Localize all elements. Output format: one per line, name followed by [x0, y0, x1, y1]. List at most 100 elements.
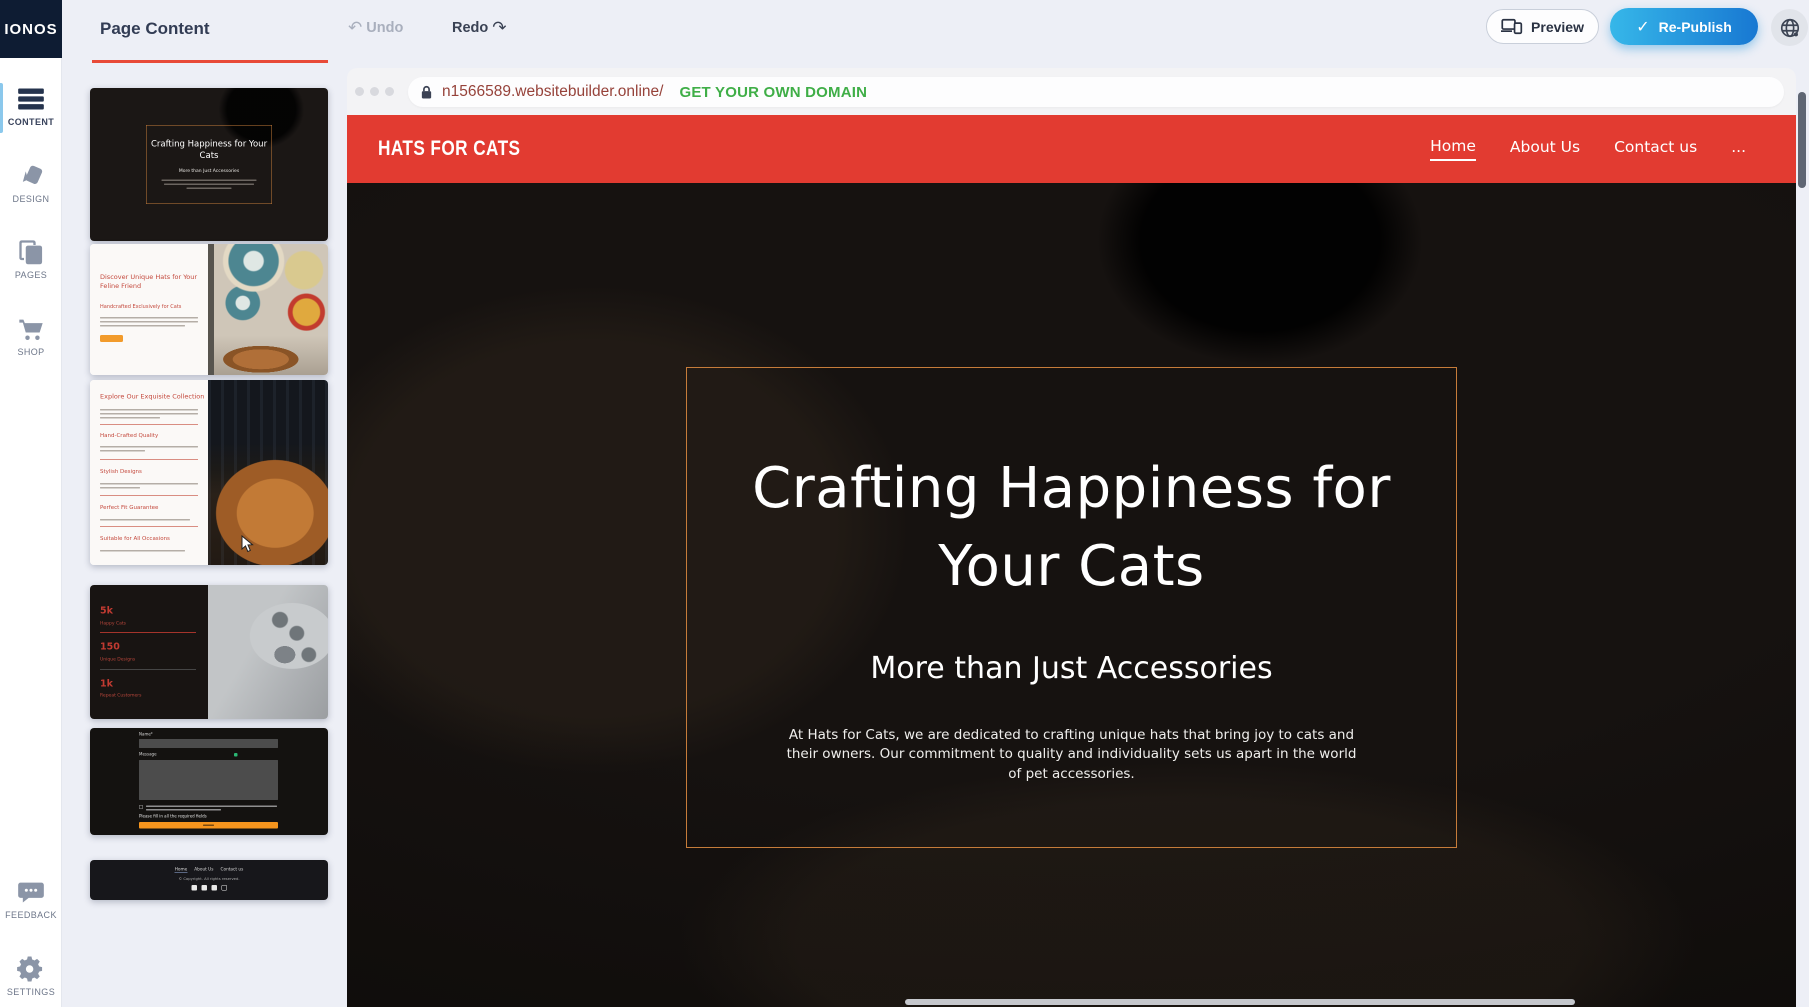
- section-thumbnail-hero[interactable]: Crafting Happiness for Your Cats More th…: [90, 88, 328, 241]
- sidebar: IONOS CONTENT DESIGN PAGES SHOP: [0, 0, 62, 1007]
- site-url: n1566589.websitebuilder.online/: [442, 83, 663, 101]
- collection-thumb-item: Stylish Designs: [100, 468, 142, 475]
- redo-label: Redo: [452, 20, 488, 36]
- nav-link-about[interactable]: About Us: [1510, 138, 1580, 160]
- redo-button[interactable]: Redo ↷: [452, 18, 507, 38]
- preview-label: Preview: [1531, 19, 1584, 35]
- footer-thumb-nav: HomeAbout UsContact us: [90, 867, 328, 872]
- republish-button[interactable]: ✓ Re-Publish: [1610, 8, 1758, 45]
- horizontal-scrollbar-thumb[interactable]: [905, 999, 1575, 1005]
- hero-subtitle: More than Just Accessories: [687, 651, 1456, 686]
- sidebar-item-shop[interactable]: SHOP: [0, 315, 62, 357]
- site-hero-section[interactable]: Crafting Happiness for Your Cats More th…: [347, 183, 1796, 1007]
- nav-link-home[interactable]: Home: [1430, 137, 1476, 161]
- feature-thumb-heading: Discover Unique Hats for Your Feline Fri…: [100, 273, 198, 291]
- stat-label: Repeat Customers: [100, 693, 141, 698]
- nav-overflow-menu[interactable]: ...: [1731, 138, 1746, 160]
- panel-title: Page Content: [100, 19, 210, 39]
- ionos-logo[interactable]: IONOS: [0, 0, 62, 58]
- globe-icon: [1779, 17, 1801, 39]
- sidebar-item-feedback[interactable]: FEEDBACK: [0, 878, 62, 920]
- feature-thumb-photo: [208, 244, 328, 375]
- section-thumbnail-footer[interactable]: HomeAbout UsContact us © Copyright. All …: [90, 860, 328, 900]
- check-icon: ✓: [1636, 17, 1649, 36]
- sidebar-item-label: FEEDBACK: [0, 910, 62, 920]
- site-logo[interactable]: HATS FOR CATS: [378, 137, 520, 161]
- stats-thumb-photo: [208, 585, 328, 719]
- hero-thumb-box: Crafting Happiness for Your Cats More th…: [146, 125, 272, 204]
- form-required-note: Please fill in all the required fields: [139, 814, 207, 819]
- collection-thumb-photo: [208, 380, 328, 565]
- collection-thumb-item: Suitable for All Occasions: [100, 535, 170, 542]
- url-bar[interactable]: n1566589.websitebuilder.online/ GET YOUR…: [408, 77, 1784, 107]
- twitter-icon: [201, 885, 207, 891]
- pages-icon: [17, 238, 45, 266]
- collection-thumb-item: Hand-Crafted Quality: [100, 432, 158, 439]
- hero-thumb-title: Crafting Happiness for Your Cats: [147, 139, 272, 162]
- form-send-button: [139, 822, 278, 829]
- sidebar-item-label: SHOP: [0, 347, 62, 357]
- collection-thumb-heading: Explore Our Exquisite Collection: [100, 393, 204, 401]
- devices-icon: [1501, 18, 1523, 35]
- hero-thumb-subtitle: More than Just Accessories: [147, 168, 272, 173]
- stat-value: 5k: [100, 605, 113, 616]
- website-builder-app: IONOS CONTENT DESIGN PAGES SHOP: [0, 0, 1809, 1007]
- lock-icon: [420, 85, 433, 100]
- republish-label: Re-Publish: [1659, 19, 1732, 35]
- hero-content-box[interactable]: Crafting Happiness for Your Cats More th…: [686, 367, 1457, 848]
- undo-icon: ↶: [348, 18, 362, 38]
- linkedin-icon: [211, 885, 217, 891]
- hero-title: Crafting Happiness for Your Cats: [687, 450, 1456, 607]
- feature-thumb-text: Discover Unique Hats for Your Feline Fri…: [90, 244, 208, 375]
- form-name-input: [139, 739, 278, 748]
- site-nav: Home About Us Contact us ...: [1430, 137, 1746, 161]
- browser-dot: [355, 87, 364, 96]
- section-thumbnail-stats[interactable]: 5k Happy Cats 150 Unique Designs 1k Repe…: [90, 585, 328, 719]
- panel-active-tab-underline: [92, 60, 328, 63]
- sidebar-item-content[interactable]: CONTENT: [0, 85, 62, 127]
- facebook-icon: [191, 885, 197, 891]
- form-name-label: Name*: [139, 732, 153, 737]
- sidebar-item-label: PAGES: [0, 270, 62, 280]
- hero-body-text: At Hats for Cats, we are dedicated to cr…: [782, 726, 1362, 785]
- stat-value: 150: [100, 641, 120, 652]
- collection-thumb-item: Perfect Fit Guarantee: [100, 504, 158, 511]
- redo-icon: ↷: [492, 18, 506, 38]
- cart-icon: [17, 315, 45, 343]
- form-message-textarea: [139, 760, 278, 800]
- stat-value: 1k: [100, 678, 113, 689]
- sidebar-item-pages[interactable]: PAGES: [0, 238, 62, 280]
- instagram-icon: [221, 885, 227, 891]
- feature-thumb-subheading: Handcrafted Exclusively for Cats: [100, 304, 198, 310]
- stat-label: Happy Cats: [100, 621, 126, 626]
- content-icon: [17, 85, 45, 113]
- section-thumbnail-collection[interactable]: Explore Our Exquisite Collection Hand-Cr…: [90, 380, 328, 565]
- get-your-own-domain-link[interactable]: GET YOUR OWN DOMAIN: [679, 84, 867, 101]
- design-icon: [17, 162, 45, 190]
- footer-thumb-social-icons: [90, 885, 328, 891]
- sidebar-item-design[interactable]: DESIGN: [0, 162, 62, 204]
- sidebar-item-label: CONTENT: [0, 117, 62, 127]
- sidebar-item-label: DESIGN: [0, 194, 62, 204]
- browser-dot: [370, 87, 379, 96]
- undo-label: Undo: [366, 20, 403, 36]
- stat-label: Unique Designs: [100, 657, 135, 662]
- gear-icon: [17, 955, 45, 983]
- nav-link-contact[interactable]: Contact us: [1614, 138, 1697, 160]
- preview-button[interactable]: Preview: [1486, 9, 1599, 44]
- form-attachment-icon: [234, 753, 238, 757]
- site-header[interactable]: HATS FOR CATS Home About Us Contact us .…: [347, 115, 1796, 183]
- sidebar-item-label: SETTINGS: [0, 987, 62, 997]
- footer-thumb-copyright: © Copyright. All rights reserved.: [90, 877, 328, 882]
- form-message-label: Message: [139, 752, 157, 757]
- section-thumbnail-feature[interactable]: Discover Unique Hats for Your Feline Fri…: [90, 244, 328, 375]
- feature-thumb-button: [100, 335, 123, 342]
- section-thumbnail-contact-form[interactable]: Name* Message Please fill in all the req…: [90, 728, 328, 835]
- feedback-bubble-icon: [17, 878, 45, 906]
- undo-button[interactable]: ↶ Undo: [348, 18, 403, 38]
- sidebar-item-settings[interactable]: SETTINGS: [0, 955, 62, 997]
- vertical-scrollbar-thumb[interactable]: [1798, 92, 1806, 188]
- browser-dot: [385, 87, 394, 96]
- globe-button[interactable]: [1771, 9, 1808, 46]
- form-consent-checkbox: [139, 805, 143, 809]
